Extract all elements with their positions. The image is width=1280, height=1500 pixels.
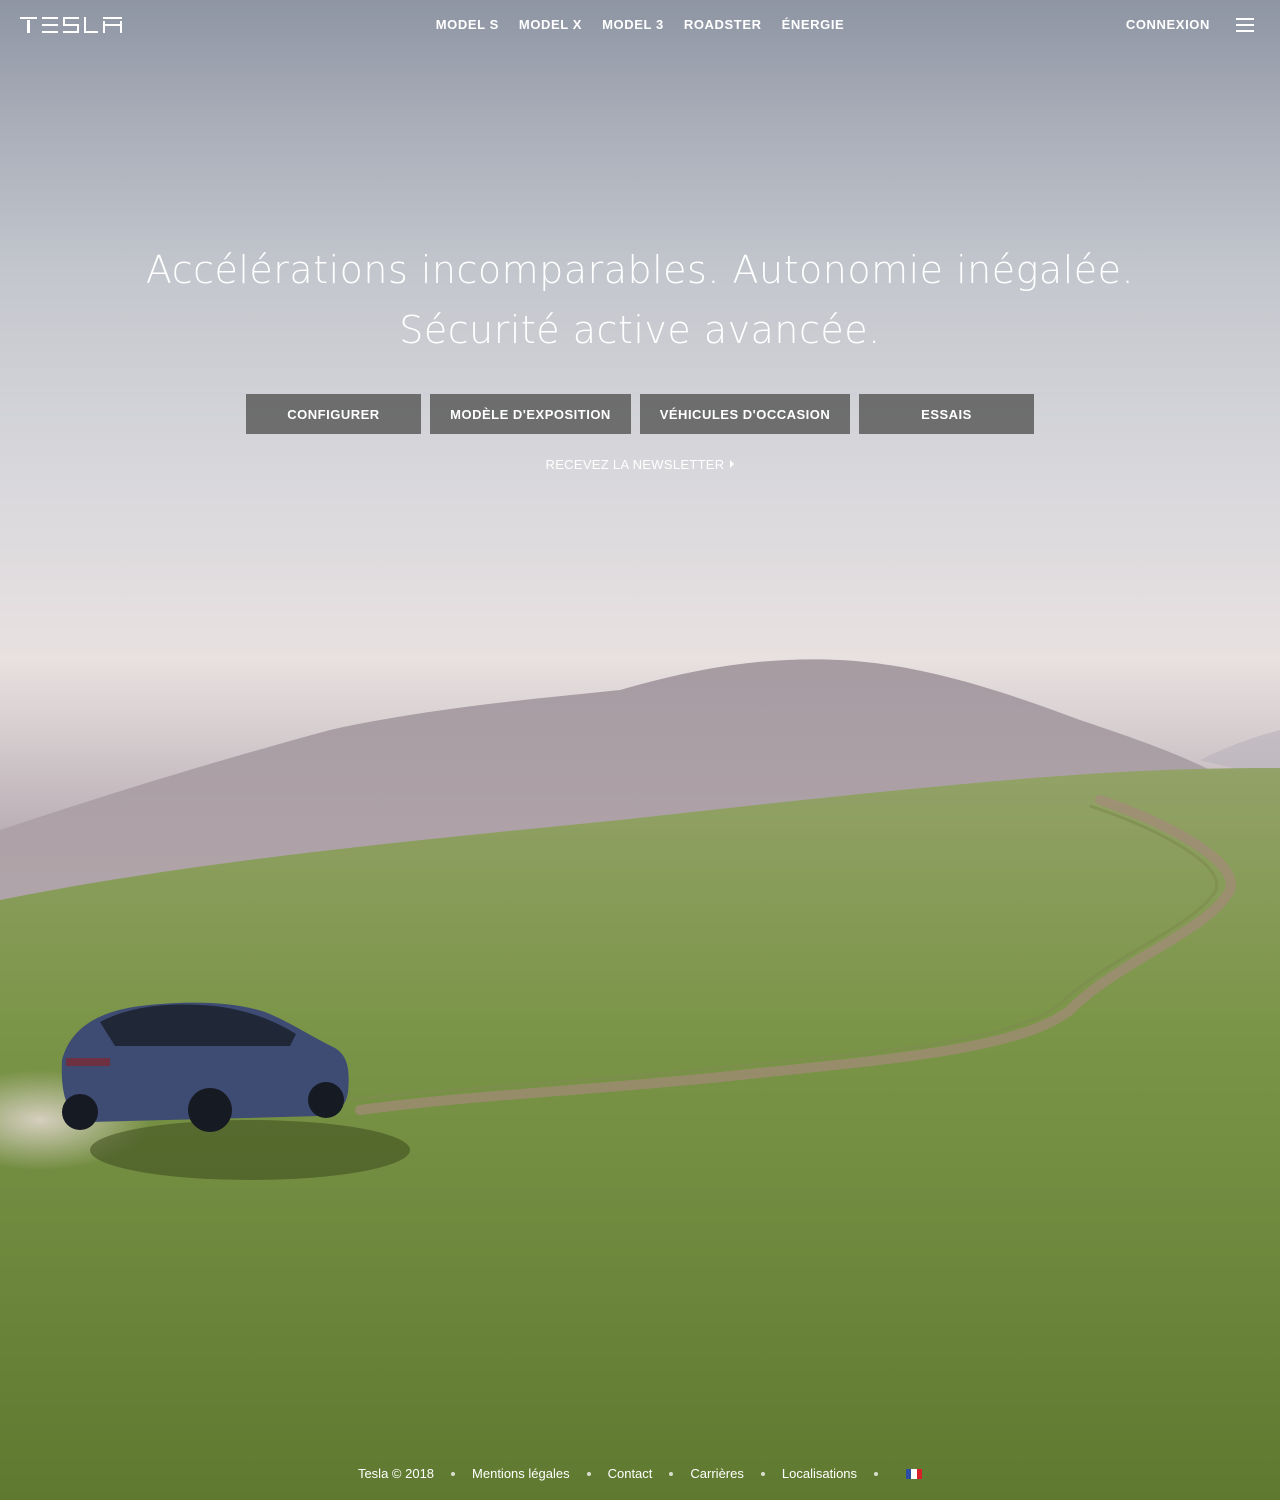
nav-model-s[interactable]: MODEL S — [436, 17, 499, 33]
france-flag-icon[interactable] — [906, 1468, 923, 1479]
footer-link-careers[interactable]: Carrières — [690, 1466, 743, 1481]
main-nav: MODEL S MODEL X MODEL 3 ROADSTER ÉNERGIE — [0, 17, 1280, 33]
page: MODEL S MODEL X MODEL 3 ROADSTER ÉNERGIE… — [0, 0, 1280, 1500]
footer-separator — [451, 1471, 456, 1476]
footer-link-contact[interactable]: Contact — [608, 1466, 653, 1481]
nav-model-3[interactable]: MODEL 3 — [602, 17, 664, 33]
newsletter-label: RECEVEZ LA NEWSLETTER — [545, 457, 725, 472]
footer-link-locations[interactable]: Localisations — [782, 1466, 857, 1481]
hero-buttons: CONFIGURER MODÈLE D'EXPOSITION VÉHICULES… — [0, 394, 1280, 434]
test-drive-button[interactable]: ESSAIS — [859, 394, 1034, 434]
newsletter-link[interactable]: RECEVEZ LA NEWSLETTER — [0, 457, 1280, 472]
used-vehicles-button[interactable]: VÉHICULES D'OCCASION — [640, 394, 850, 434]
caret-right-icon — [730, 460, 735, 468]
footer-separator — [586, 1471, 591, 1476]
footer-separator — [874, 1471, 879, 1476]
site-footer: Tesla © 2018 Mentions légales Contact Ca… — [0, 1466, 1280, 1481]
footer-separator — [760, 1471, 765, 1476]
site-header: MODEL S MODEL X MODEL 3 ROADSTER ÉNERGIE… — [0, 0, 1280, 50]
hero-title: Accélérations incomparables. Autonomie i… — [0, 240, 1280, 360]
hamburger-menu-icon[interactable] — [1236, 18, 1254, 32]
nav-roadster[interactable]: ROADSTER — [684, 17, 762, 33]
login-link[interactable]: CONNEXION — [1126, 17, 1210, 33]
hero-title-line-1: Accélérations incomparables. Autonomie i… — [145, 248, 1135, 292]
footer-link-legal[interactable]: Mentions légales — [472, 1466, 570, 1481]
showroom-model-button[interactable]: MODÈLE D'EXPOSITION — [430, 394, 631, 434]
footer-separator — [669, 1471, 674, 1476]
configure-button[interactable]: CONFIGURER — [246, 394, 421, 434]
hero-title-line-2: Sécurité active avancée. — [399, 308, 881, 352]
footer-copyright: Tesla © 2018 — [357, 1466, 435, 1481]
nav-model-x[interactable]: MODEL X — [519, 17, 582, 33]
hero-background-image — [0, 659, 1280, 1500]
nav-energie[interactable]: ÉNERGIE — [782, 17, 845, 33]
